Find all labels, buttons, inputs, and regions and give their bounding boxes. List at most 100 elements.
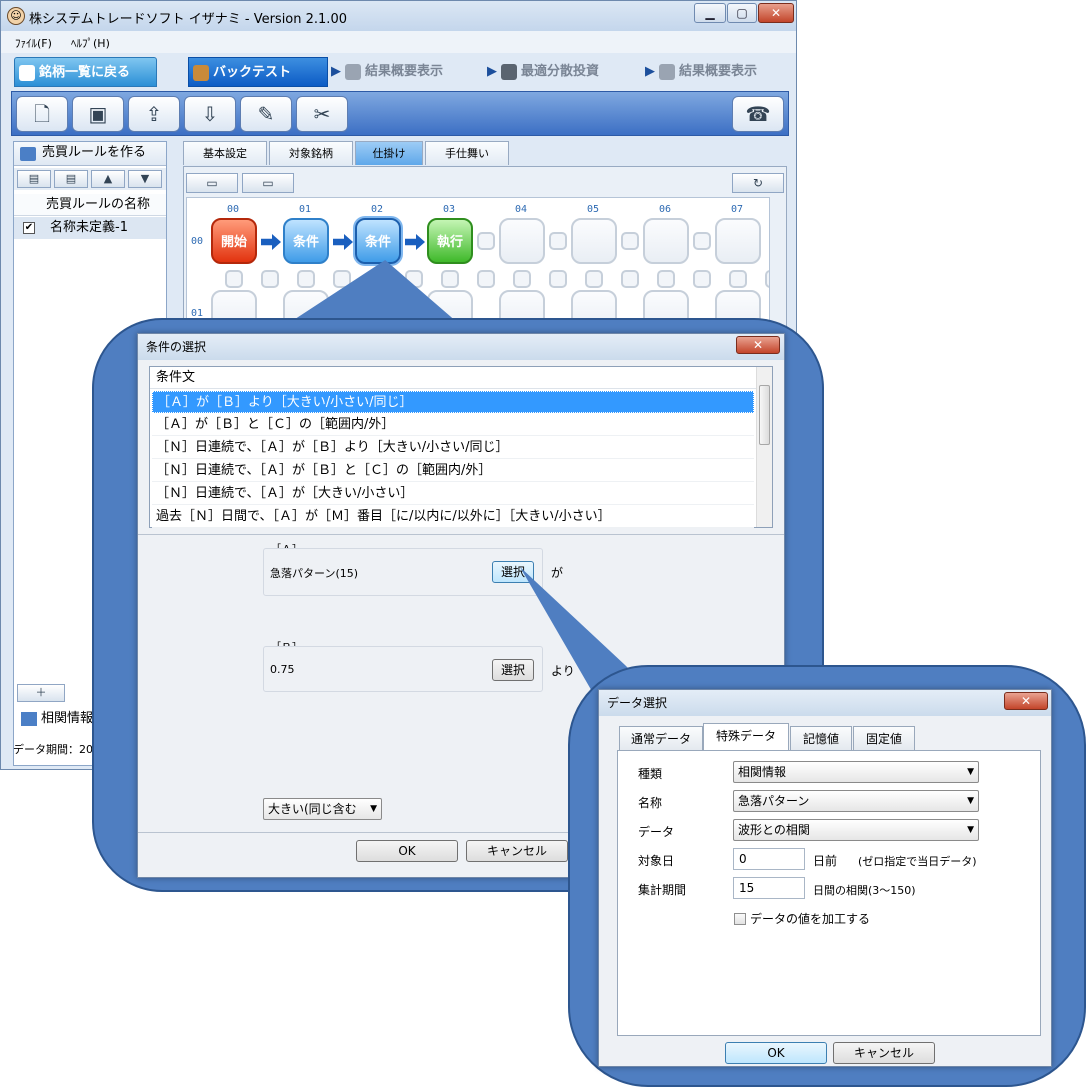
column-number: 05 [587,204,600,215]
data-select-dialog: データ選択 ✕ 通常データ 特殊データ 記憶値 固定値 種類 相関情報 ▼ 名称 … [598,689,1052,1067]
condition-scrollbar[interactable] [756,367,772,527]
condition-list[interactable]: 条件文 ［Ａ］が［Ｂ］より［大きい/小さい/同じ］ ［Ａ］が［Ｂ］と［Ｃ］の［範… [149,366,773,528]
rule-row[interactable]: ✔ 名称未定義-1 [14,217,166,239]
chevron-down-icon: ▼ [967,796,974,806]
name-select[interactable]: 急落パターン ▼ [733,790,979,812]
export-button[interactable]: ⇪ [128,96,180,132]
condition-node[interactable]: 条件 [283,218,329,264]
comparison-value: 大きい(同じ含む [268,802,357,816]
refresh-icon[interactable]: ↻ [732,173,784,193]
condition-row[interactable]: ［Ａ］が［Ｂ］と［Ｃ］の［範囲内/外］ [152,414,754,436]
save-as-icon[interactable]: ▤ [54,170,88,188]
empty-cell[interactable] [499,218,545,264]
rule-panel-title: 売買ルールを作る [42,145,147,160]
param-b-select-button[interactable]: 選択 [492,659,534,681]
start-node[interactable]: 開始 [211,218,257,264]
tab-normal-data[interactable]: 通常データ [619,726,703,750]
play-icon: ▶ [331,64,341,79]
execute-node[interactable]: 執行 [427,218,473,264]
tab-stored-value[interactable]: 記憶値 [790,726,852,750]
empty-connector [657,270,675,288]
move-down-icon[interactable]: ▼ [128,170,162,188]
nav-tab-label: 銘柄一覧に戻る [39,65,131,80]
rule-icon [20,147,36,161]
empty-cell[interactable] [643,218,689,264]
empty-cell[interactable] [571,218,617,264]
add-rule-button[interactable]: ＋ [17,684,65,702]
save-icon[interactable]: ▤ [17,170,51,188]
make-rule-button[interactable]: 売買ルールを作る [14,142,166,166]
tab-basic-settings[interactable]: 基本設定 [183,141,267,165]
grid-icon [501,63,517,80]
separator [138,534,784,535]
target-day-suffix: 日前 [813,854,838,868]
condition-row[interactable]: ［Ｎ］日連続で、［Ａ］が［Ｂ］と［Ｃ］の［範囲内/外］ [152,460,754,482]
column-number: 00 [227,204,240,215]
tools-button[interactable]: ✂ [296,96,348,132]
period-suffix: 日間の相関(3～150) [813,884,916,897]
eye-icon [19,64,35,81]
correlation-icon [21,711,37,726]
monitor-icon[interactable]: ▭ [186,173,238,193]
empty-connector [585,270,603,288]
menu-help[interactable]: ﾍﾙﾌﾟ(H) [71,35,110,51]
nav-tab-label: 結果概要表示 [679,64,758,79]
correlation-label: 相関情報 [41,711,94,726]
condition-node-selected[interactable]: 条件 [355,218,401,264]
bag-icon [193,64,209,81]
data-select[interactable]: 波形との相関 ▼ [733,819,979,841]
palette-button[interactable]: ✎ [240,96,292,132]
dialog-close-button[interactable]: ✕ [1004,692,1048,710]
nav-tab-label: バックテスト [213,65,292,80]
menu-file[interactable]: ﾌｧｲﾙ(F) [15,35,52,51]
nav-tab-optimal-portfolio[interactable]: ▶ 最適分散投資 [487,57,637,87]
chart-icon [345,63,361,80]
nav-tab-result-summary[interactable]: ▶ 結果概要表示 [331,57,481,87]
empty-connector [225,270,243,288]
condition-row[interactable]: ［Ｎ］日連続で、［Ａ］が［Ｂ］より［大きい/小さい/同じ］ [152,437,754,459]
kind-select[interactable]: 相関情報 ▼ [733,761,979,783]
chevron-down-icon: ▼ [967,767,974,777]
monitor-icon-2[interactable]: ▭ [242,173,294,193]
maximize-button[interactable]: ▢ [727,3,757,23]
tab-entry[interactable]: 仕掛け [355,141,423,165]
scroll-thumb[interactable] [759,385,770,445]
tab-fixed-value[interactable]: 固定値 [853,726,915,750]
ok-button[interactable]: OK [725,1042,827,1064]
param-b-group: 0.75 選択 [263,646,543,692]
tab-target-stocks[interactable]: 対象銘柄 [269,141,353,165]
tab-exit[interactable]: 手仕舞い [425,141,509,165]
nav-tab-result-summary-2[interactable]: ▶ 結果概要表示 [645,57,790,87]
arrow-right-icon [405,234,425,250]
condition-row[interactable]: 過去［Ｎ］日間で、［Ａ］が［Ｍ］番目［に/以内に/以外に］［大きい/小さい］ [152,506,754,528]
period-input[interactable]: 15 [733,877,805,899]
dialog-close-button[interactable]: ✕ [736,336,780,354]
comparison-select[interactable]: 大きい(同じ含む ▼ [263,798,382,820]
nav-tab-back-to-list[interactable]: 銘柄一覧に戻る [14,57,157,87]
process-checkbox[interactable] [734,913,746,925]
condition-row[interactable]: ［Ａ］が［Ｂ］より［大きい/小さい/同じ］ [152,391,754,413]
title-bar: ☺ 株システムトレードソフト イザナミ - Version 2.1.00 ▁ ▢… [1,1,796,31]
open-button[interactable]: ▣ [72,96,124,132]
cancel-button[interactable]: キャンセル [833,1042,935,1064]
target-day-note: (ゼロ指定で当日データ) [858,855,977,868]
condition-row[interactable]: ［Ｎ］日連続で、［Ａ］が［大きい/小さい］ [152,483,754,505]
play-icon: ▶ [487,64,497,79]
new-file-button[interactable]: 🗋 [16,96,68,132]
nav-tabs: 銘柄一覧に戻る バックテスト ▶ 結果概要表示 ▶ 最適分散投資 ▶ 結果概要表示 [11,57,786,89]
minimize-button[interactable]: ▁ [694,3,726,23]
empty-cell[interactable] [715,218,761,264]
nav-tab-backtest[interactable]: バックテスト [188,57,328,87]
move-up-icon[interactable]: ▲ [91,170,125,188]
help-button[interactable]: ☎ [732,96,784,132]
target-day-input[interactable]: 0 [733,848,805,870]
import-button[interactable]: ⇩ [184,96,236,132]
cancel-button[interactable]: キャンセル [466,840,568,862]
close-button[interactable]: ✕ [758,3,794,23]
ok-button[interactable]: OK [356,840,458,862]
empty-connector [693,232,711,250]
tab-special-data[interactable]: 特殊データ [703,723,789,750]
rule-checkbox[interactable]: ✔ [23,222,35,234]
empty-connector [729,270,747,288]
empty-connector [477,270,495,288]
